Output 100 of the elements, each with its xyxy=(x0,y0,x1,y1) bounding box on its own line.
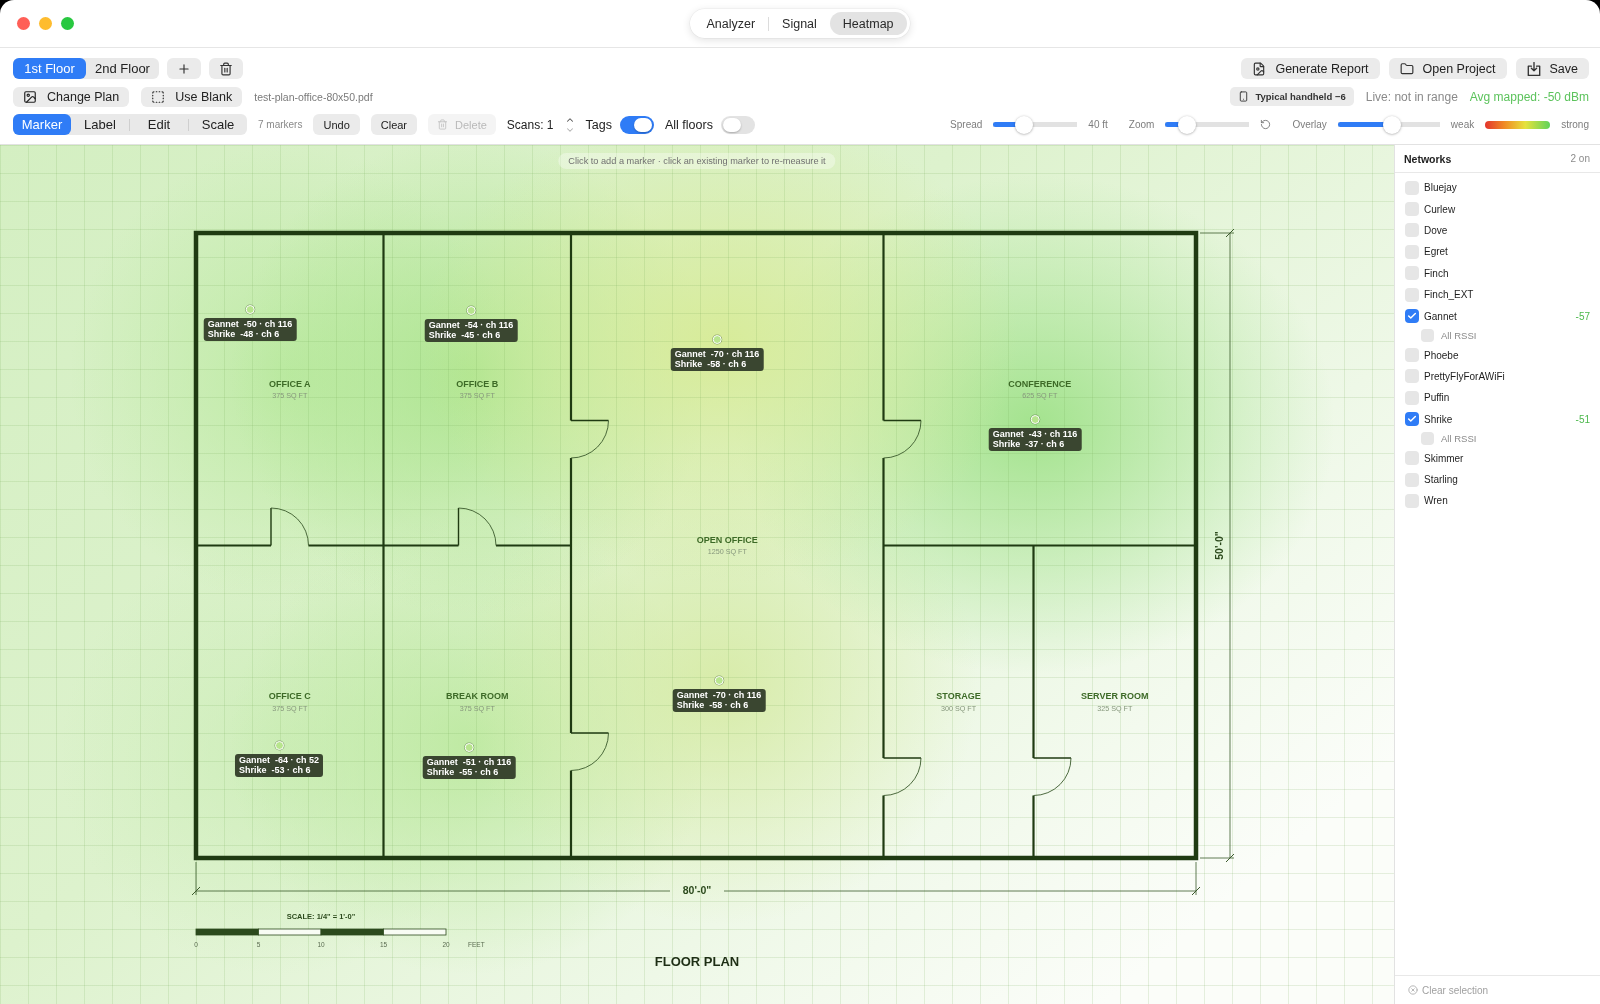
tag-reading: Shrike -53 · ch 6 xyxy=(239,765,312,775)
action-button[interactable]: Clear xyxy=(370,114,418,135)
selected-count: 2 on xyxy=(1570,153,1590,164)
mode-tab[interactable]: Marker xyxy=(13,114,71,135)
floor-tab[interactable]: 2nd Floor xyxy=(86,58,159,79)
action-button[interactable]: Undo xyxy=(313,114,360,135)
network-name: Phoebe xyxy=(1424,349,1459,361)
floor-tab[interactable]: 1st Floor xyxy=(13,58,86,79)
network-name: Dove xyxy=(1424,224,1448,236)
network-name: Finch xyxy=(1424,267,1449,279)
marker-dot-icon[interactable] xyxy=(464,742,474,752)
tag-reading: Shrike -37 · ch 6 xyxy=(992,439,1066,449)
check-icon xyxy=(1407,311,1417,322)
trash-icon xyxy=(437,119,449,130)
marker-dot-icon[interactable] xyxy=(1030,414,1040,424)
checkbox[interactable] xyxy=(1405,244,1419,259)
slider-thumb[interactable] xyxy=(1014,115,1033,134)
image-icon xyxy=(23,89,37,104)
scans-count: Scans: 1 xyxy=(506,117,554,132)
zoom-button[interactable] xyxy=(61,17,74,30)
checkbox[interactable] xyxy=(1405,472,1419,487)
tag-reading: Gannet -70 · ch 116 xyxy=(676,690,762,700)
room-name: OPEN OFFICE xyxy=(696,534,758,545)
view-tab[interactable]: Signal xyxy=(769,12,830,35)
toggle-label: All floors xyxy=(664,117,713,132)
slider-thumb[interactable] xyxy=(1382,115,1401,134)
panel-title: Networks xyxy=(1404,152,1452,165)
toolbar-button[interactable]: Save xyxy=(1515,58,1589,79)
room-name: SERVER ROOM xyxy=(1081,691,1149,702)
minimize-button[interactable] xyxy=(39,17,52,30)
tag-reading: Gannet -70 · ch 116 xyxy=(674,349,760,359)
tag-reading: Shrike -58 · ch 6 xyxy=(676,700,750,710)
view-tab[interactable]: Heatmap xyxy=(829,12,907,35)
checkbox[interactable] xyxy=(1405,266,1419,281)
mode-tab[interactable]: Label xyxy=(71,114,129,135)
checkbox[interactable] xyxy=(1405,180,1419,195)
trash-icon xyxy=(219,61,233,76)
mode-tab[interactable]: Scale xyxy=(189,114,247,135)
checkbox[interactable] xyxy=(1421,329,1434,343)
checkbox[interactable] xyxy=(1405,223,1419,238)
marker-dot-icon[interactable] xyxy=(714,675,724,685)
device-chip[interactable]: Typical handheld −6 xyxy=(1230,87,1354,106)
view-tab[interactable]: Analyzer xyxy=(693,12,769,35)
checkbox[interactable] xyxy=(1405,390,1419,405)
network-name: Puffin xyxy=(1424,392,1450,404)
toolbar-button[interactable]: Generate Report xyxy=(1241,58,1380,79)
checkbox[interactable] xyxy=(1405,202,1419,217)
slider-thumb[interactable] xyxy=(1178,115,1197,134)
checkbox[interactable] xyxy=(1405,309,1419,324)
marker-dot-icon[interactable] xyxy=(245,304,255,314)
slider-label: Overlay xyxy=(1292,119,1327,130)
checkbox[interactable] xyxy=(1405,451,1419,466)
toolbar-button[interactable]: Change Plan xyxy=(13,86,130,107)
door-swing xyxy=(882,757,922,796)
door-swing xyxy=(882,419,922,459)
rssi-value: -51 xyxy=(1575,413,1590,425)
room-name: STORAGE xyxy=(936,691,981,702)
legend-label: strong xyxy=(1561,119,1589,130)
checkbox[interactable] xyxy=(1405,348,1419,362)
add-button[interactable] xyxy=(167,58,201,79)
rssi-value: -57 xyxy=(1575,310,1590,322)
phone-icon xyxy=(1238,91,1250,102)
trash-button[interactable] xyxy=(209,58,243,79)
toggle-switch[interactable] xyxy=(619,115,654,134)
interior-wall xyxy=(1032,795,1035,858)
folder-icon xyxy=(1399,61,1414,76)
marker-dot-icon[interactable] xyxy=(274,740,284,750)
room-name: BREAK ROOM xyxy=(446,691,509,702)
tag-reading: Gannet -50 · ch 116 xyxy=(207,319,293,329)
network-name: Shrike xyxy=(1424,413,1453,425)
tag-reading: Shrike -58 · ch 6 xyxy=(674,359,748,369)
door-swing xyxy=(457,507,497,547)
marker-dot-icon[interactable] xyxy=(466,305,476,315)
color-scale xyxy=(1485,120,1551,129)
toggle-switch[interactable] xyxy=(720,115,755,134)
toolbar-button[interactable]: Open Project xyxy=(1388,58,1507,79)
checkbox[interactable] xyxy=(1405,369,1419,384)
option-label: All RSSI xyxy=(1441,330,1477,342)
check-icon xyxy=(1407,414,1417,425)
marker-dot-icon[interactable] xyxy=(712,334,722,344)
close-button[interactable] xyxy=(17,17,30,30)
checkbox[interactable] xyxy=(1405,412,1419,427)
dashed-square-icon xyxy=(151,89,166,104)
door-swing xyxy=(570,732,610,771)
checkbox[interactable] xyxy=(1405,287,1419,302)
tag-reading: Gannet -51 · ch 116 xyxy=(426,757,512,767)
mode-tab[interactable]: Edit xyxy=(130,114,188,135)
network-name: Gannet xyxy=(1424,310,1457,322)
network-name: PrettyFlyForAWiFi xyxy=(1424,370,1505,382)
tag-reading: Shrike -45 · ch 6 xyxy=(428,330,502,340)
toolbar-button[interactable]: Use Blank xyxy=(141,86,243,107)
network-name: Starling xyxy=(1424,474,1458,486)
save-icon xyxy=(1526,61,1541,76)
circle-x-icon[interactable] xyxy=(1408,985,1418,995)
tag-reading: Gannet -64 · ch 52 xyxy=(239,755,319,765)
rotate-arrow-icon[interactable] xyxy=(1260,119,1272,130)
network-name: Finch_EXT xyxy=(1424,289,1474,301)
checkbox[interactable] xyxy=(1421,432,1434,446)
tag-reading: Gannet -54 · ch 116 xyxy=(428,320,514,330)
checkbox[interactable] xyxy=(1405,493,1419,508)
